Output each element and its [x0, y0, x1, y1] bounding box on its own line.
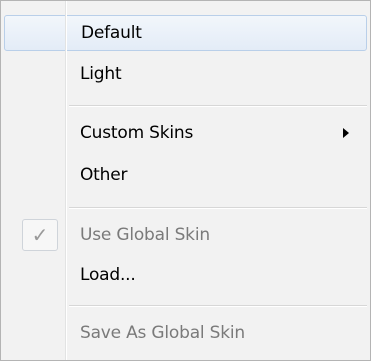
menu-item-load[interactable]: Load... [4, 257, 367, 293]
menu-item-light[interactable]: Light [4, 56, 367, 92]
menu-item-save-as-global-skin[interactable]: Save As Global Skin [4, 315, 367, 351]
menu-item-label: Default [81, 23, 142, 43]
menu-item-label: Use Global Skin [80, 225, 210, 245]
menu-item-label: Custom Skins [80, 123, 194, 143]
menu-separator [69, 207, 367, 209]
menu-item-label: Save As Global Skin [80, 323, 245, 343]
menu-item-label: Light [80, 64, 122, 84]
menu-separator [69, 305, 367, 307]
chevron-right-icon [343, 128, 349, 138]
menu-item-label: Load... [80, 265, 136, 285]
context-menu: Default Light Custom Skins Other ✓ Use G… [0, 0, 371, 361]
menu-item-other[interactable]: Other [4, 157, 367, 193]
check-icon: ✓ [22, 219, 58, 251]
menu-item-default[interactable]: Default [4, 15, 367, 51]
menu-item-label: Other [80, 165, 128, 185]
menu-separator [69, 105, 367, 107]
menu-item-custom-skins[interactable]: Custom Skins [4, 115, 367, 151]
menu-item-use-global-skin[interactable]: ✓ Use Global Skin [4, 217, 367, 253]
